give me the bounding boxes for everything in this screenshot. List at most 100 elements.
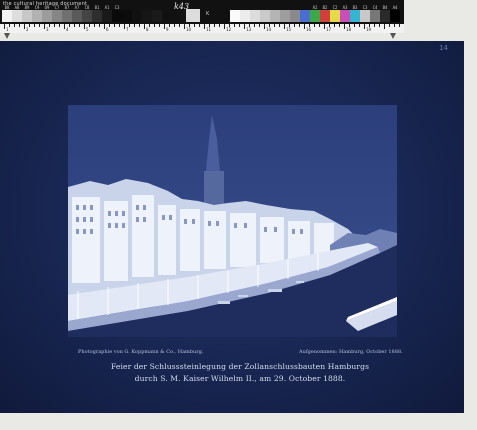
gray-patch [112, 10, 122, 22]
ruler-number: 5 [86, 27, 89, 32]
ruler-tick [239, 24, 240, 27]
ruler-tick [279, 24, 280, 27]
arrow-marker-right-icon [390, 33, 396, 39]
gray-patch [152, 10, 162, 22]
ruler-number: 11 [206, 27, 212, 32]
color-target-strip: the cultural heritage document B8 A8 B9 C9 D… [0, 0, 404, 33]
gray-patch [142, 10, 152, 22]
ruler-tick [144, 24, 145, 29]
gray-patch [42, 10, 52, 22]
ruler-tick [14, 24, 15, 27]
ruler-number: 14 [266, 27, 272, 32]
color-patch [350, 10, 360, 22]
gray-patch [52, 10, 62, 22]
color-patch [300, 10, 310, 22]
gray-patch [72, 10, 82, 22]
ruler-tick [259, 24, 260, 27]
gray-patch [12, 10, 22, 22]
ruler-tick [334, 24, 335, 27]
ruler-tick [214, 24, 215, 27]
color-patch [280, 10, 290, 22]
ruler-tick [314, 24, 315, 27]
ruler-tick [89, 24, 90, 27]
color-patch [270, 10, 280, 22]
ruler-number: 6 [106, 27, 109, 32]
ruler-tick [69, 24, 70, 27]
ruler-tick [199, 24, 200, 27]
ruler-tick [44, 24, 45, 29]
ruler-number: 13 [246, 27, 252, 32]
ruler-tick [389, 24, 390, 27]
color-patch [290, 10, 300, 22]
arrow-marker-left-icon [4, 33, 10, 39]
gray-patch [62, 10, 72, 22]
ruler-tick [159, 24, 160, 27]
ruler-number: 12 [226, 27, 232, 32]
ruler-tick [119, 24, 120, 27]
ruler-tick [384, 24, 385, 29]
ruler-tick [49, 24, 50, 27]
color-patch [230, 10, 240, 22]
ruler-tick [179, 24, 180, 27]
ruler-number: 16 [306, 27, 312, 32]
ruler-tick [184, 24, 185, 29]
ruler-tick [299, 24, 300, 27]
ruler-number: 8 [146, 27, 149, 32]
color-patch [380, 10, 390, 22]
color-patch [390, 10, 400, 22]
ruler-tick [134, 24, 135, 27]
color-patches-right [230, 10, 400, 22]
ruler-tick [109, 24, 110, 27]
ruler-number: 17 [326, 27, 332, 32]
ruler-tick [114, 24, 115, 27]
plate-corner-mark: 14 [439, 44, 448, 52]
plate-title-line-2: durch S. M. Kaiser Wilhelm II., am 29. O… [134, 374, 346, 383]
ruler-number: 19 [366, 27, 372, 32]
color-patch [370, 10, 380, 22]
plate-title-line-1: Feier der Schlusssteinlegung der Zollans… [110, 362, 370, 371]
ruler-tick [224, 24, 225, 29]
color-patch [330, 10, 340, 22]
ruler-number: 10 [186, 27, 192, 32]
ruler-tick [399, 24, 400, 27]
patch-label [162, 5, 172, 10]
ruler-tick [9, 24, 10, 27]
harbor-photograph [68, 105, 397, 337]
gray-patch [22, 10, 32, 22]
ruler-tick [94, 24, 95, 27]
ruler-tick [124, 24, 125, 29]
ruler-tick [204, 24, 205, 29]
ruler-tick [154, 24, 155, 27]
ruler-number: 7 [126, 27, 129, 32]
ruler-number: 1 [6, 27, 9, 32]
photographer-credit: Photographie von G. Koppmann & Co., Hamb… [78, 349, 204, 355]
gray-patch [32, 10, 42, 22]
ruler-tick [264, 24, 265, 29]
ruler-tick [99, 24, 100, 27]
ruler-tick [219, 24, 220, 27]
gray-patch [2, 10, 12, 22]
ruler-tick [319, 24, 320, 27]
negative-plate: 14 Photographie von G. Koppmann & Co., H… [0, 41, 464, 413]
ruler-tick [4, 24, 5, 29]
color-patch [260, 10, 270, 22]
ruler-tick [339, 24, 340, 27]
ruler-number: 18 [346, 27, 352, 32]
color-patch [240, 10, 250, 22]
ruler-tick [19, 24, 20, 27]
gray-patch [102, 10, 112, 22]
ruler-tick [394, 24, 395, 27]
ruler-number: 2 [26, 27, 29, 32]
ruler-tick [254, 24, 255, 27]
target-mid-label: K [206, 11, 210, 17]
ruler-scale: 1 2 3 4 5 6 7 8 9 10 11 12 13 14 15 16 17 18 19 [0, 24, 404, 33]
ruler-tick [29, 24, 30, 27]
target-logo-icon [186, 9, 200, 22]
color-patch [320, 10, 330, 22]
date-note: Aufgenommen: Hamburg, October 1888. [299, 349, 403, 355]
ruler-tick [79, 24, 80, 27]
ruler-tick [84, 24, 85, 29]
ruler-tick [164, 24, 165, 29]
ruler-tick [139, 24, 140, 27]
ruler-tick [354, 24, 355, 27]
